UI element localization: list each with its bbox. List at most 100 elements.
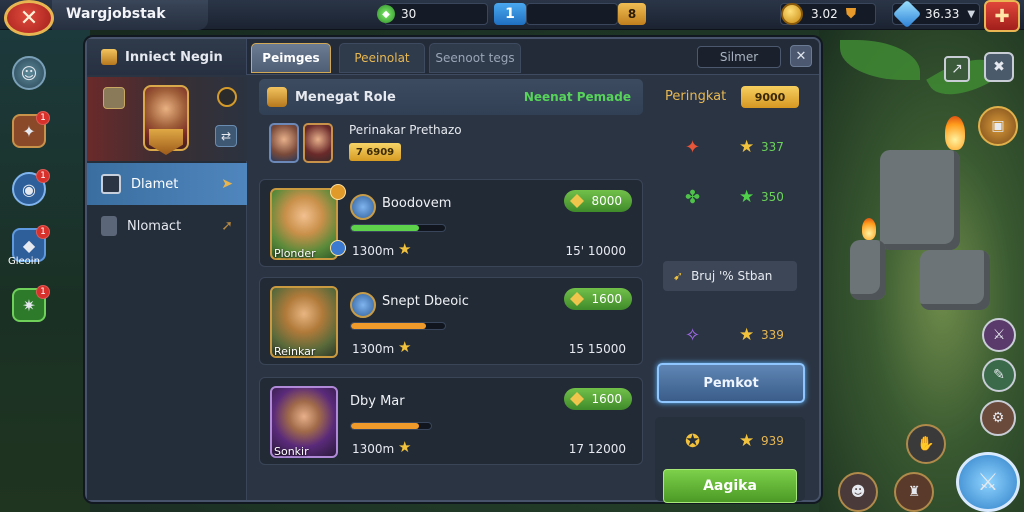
gear-icon: ⚙ bbox=[991, 410, 1005, 426]
tab-1[interactable]: Peimges bbox=[251, 43, 331, 73]
rail-portal[interactable]: ◉ 1 bbox=[12, 169, 50, 206]
helmet-icon bbox=[103, 87, 125, 109]
hero-card[interactable]: Sonkir Dby Mar 1300m ★ 17 12000 1600 bbox=[259, 377, 643, 465]
reward-row-value: 939 bbox=[761, 434, 784, 448]
sword-icon: ⚔ bbox=[992, 327, 1006, 343]
progress-fill bbox=[351, 323, 427, 329]
notification-badge: 1 bbox=[36, 169, 50, 183]
reward-pill[interactable]: 8000 bbox=[564, 190, 632, 212]
hero-name: Snept Dbeoic bbox=[382, 294, 469, 309]
hero-name: Dby Mar bbox=[350, 394, 405, 409]
bolt-icon: ➹ bbox=[673, 269, 684, 283]
skill-icon bbox=[350, 292, 376, 318]
map-button[interactable]: ↗ bbox=[944, 56, 970, 82]
hand-button[interactable]: ✋ bbox=[906, 424, 946, 464]
gem-icon: ◆ bbox=[377, 5, 395, 23]
reward-pill[interactable]: 1600 bbox=[564, 288, 632, 310]
diamond-icon bbox=[570, 392, 584, 406]
progress-fill bbox=[351, 225, 419, 231]
rail-quests[interactable]: ✦ 1 bbox=[12, 111, 50, 148]
rock bbox=[920, 250, 990, 310]
hero-card[interactable]: Plonder Boodovem 1300m ★ 15' 10000 8000 bbox=[259, 179, 643, 267]
close-button[interactable]: ✕ bbox=[4, 0, 54, 36]
skill-icon bbox=[350, 194, 376, 220]
torch-flame bbox=[862, 218, 876, 240]
ability-button[interactable]: ⚙ bbox=[980, 400, 1016, 436]
lock-icon bbox=[101, 216, 117, 236]
diamond-icon bbox=[570, 292, 584, 306]
scroll-icon: ✦ bbox=[22, 121, 36, 141]
star-icon: ★ bbox=[398, 438, 412, 456]
hero-score: 17 12000 bbox=[568, 442, 626, 456]
reward-row: ✧ ★ 339 bbox=[655, 321, 805, 351]
hero-mini-portrait bbox=[303, 123, 333, 163]
arrow-right-icon: ➚ bbox=[221, 218, 233, 234]
list-header: Menegat Role Neenat Pemade bbox=[259, 79, 643, 115]
torch-post bbox=[850, 240, 886, 300]
secondary-button[interactable]: Aagika bbox=[663, 469, 797, 503]
reward-pill[interactable]: 1600 bbox=[564, 388, 632, 410]
progress-bar bbox=[350, 422, 432, 430]
helmet-icon: ♜ bbox=[907, 484, 921, 500]
swap-icon: ⇄ bbox=[220, 129, 232, 143]
attack-button[interactable]: ⚔ bbox=[956, 452, 1020, 512]
panel-close-button[interactable]: ✕ bbox=[790, 45, 812, 67]
panel-title: Inniect Negin bbox=[87, 39, 247, 75]
list-header-title: Menegat Role bbox=[295, 89, 396, 105]
rewards-value: 9000 bbox=[741, 86, 799, 108]
gem-bag-icon: ◆ bbox=[22, 235, 36, 255]
sword-icon: ⚔ bbox=[977, 468, 999, 496]
notification-badge: 1 bbox=[36, 111, 50, 125]
list-header-note: Neenat Pemade bbox=[523, 90, 631, 104]
rail-gift-label: Gleoin bbox=[8, 256, 40, 267]
swap-button[interactable]: ⇄ bbox=[215, 125, 237, 147]
chest-button[interactable]: ▣ bbox=[978, 106, 1018, 146]
arrow-icon: ↗ bbox=[951, 61, 963, 77]
intro-value: 7 6909 bbox=[349, 143, 401, 161]
crystal-icon: ✷ bbox=[22, 295, 36, 315]
progress-fill bbox=[351, 423, 419, 429]
reward-value: 1600 bbox=[591, 292, 622, 306]
panel-title-label: Inniect Negin bbox=[125, 49, 223, 65]
progress-bar bbox=[350, 224, 446, 232]
tab-2[interactable]: Peeinolat bbox=[339, 43, 425, 73]
orb-button[interactable] bbox=[217, 87, 237, 107]
tab-3[interactable]: Seenoot tegs bbox=[429, 43, 521, 73]
hero-portrait-label: Reinkar bbox=[274, 345, 316, 358]
sidebar: ⇄ Dlamet ➤ Nlomact ➚ bbox=[87, 77, 247, 500]
reward-row: ✪ ★ 939 bbox=[655, 427, 805, 457]
sidebar-item-2[interactable]: Nlomact ➚ bbox=[87, 205, 247, 247]
reward-value: 8000 bbox=[591, 194, 622, 208]
sidebar-item-1[interactable]: Dlamet ➤ bbox=[87, 163, 247, 205]
sidebar-item-label: Dlamet bbox=[131, 176, 179, 192]
hero-card[interactable]: Reinkar Snept Dbeoic 1300m ★ 15 15000 16… bbox=[259, 277, 643, 365]
amethyst-icon: ✧ bbox=[685, 325, 701, 346]
tools-button[interactable]: ✖ bbox=[984, 52, 1014, 82]
hero-button[interactable]: ☻ bbox=[838, 472, 878, 512]
hero-stat: 1300m bbox=[352, 442, 395, 456]
coin-counter[interactable]: 3.02 ⛊ bbox=[780, 3, 876, 25]
plus-icon: ✚ bbox=[994, 5, 1010, 27]
ability-button[interactable]: ⚔ bbox=[982, 318, 1016, 352]
hand-icon: ✋ bbox=[917, 436, 935, 452]
search-input[interactable]: Silmer bbox=[697, 46, 781, 68]
sidebar-item-label: Nlomact bbox=[127, 218, 182, 234]
add-currency-button[interactable]: ✚ bbox=[984, 0, 1020, 32]
hero-icon: ☻ bbox=[850, 484, 866, 500]
rail-crystals[interactable]: ✷ 1 bbox=[12, 285, 50, 322]
star-icon: ★ bbox=[739, 187, 755, 207]
ability-button[interactable]: ✎ bbox=[982, 358, 1016, 392]
ruby-icon: ✦ bbox=[685, 137, 701, 158]
helmet-button[interactable]: ♜ bbox=[894, 472, 934, 512]
primary-button[interactable]: Pemkot bbox=[657, 363, 805, 403]
progress-bar bbox=[350, 322, 446, 330]
hero-portrait-label: Plonder bbox=[274, 247, 316, 260]
rail-avatar[interactable]: ☺ bbox=[12, 56, 46, 90]
diamond-counter[interactable]: 36.33 ▼ bbox=[892, 0, 980, 29]
crest-icon bbox=[149, 129, 183, 155]
dagger-icon: ✎ bbox=[993, 367, 1005, 383]
hero-name: Boodovem bbox=[382, 196, 452, 211]
close-icon: ✕ bbox=[795, 48, 807, 64]
torch-flame bbox=[945, 116, 965, 150]
level-badge: 1 bbox=[494, 3, 526, 25]
